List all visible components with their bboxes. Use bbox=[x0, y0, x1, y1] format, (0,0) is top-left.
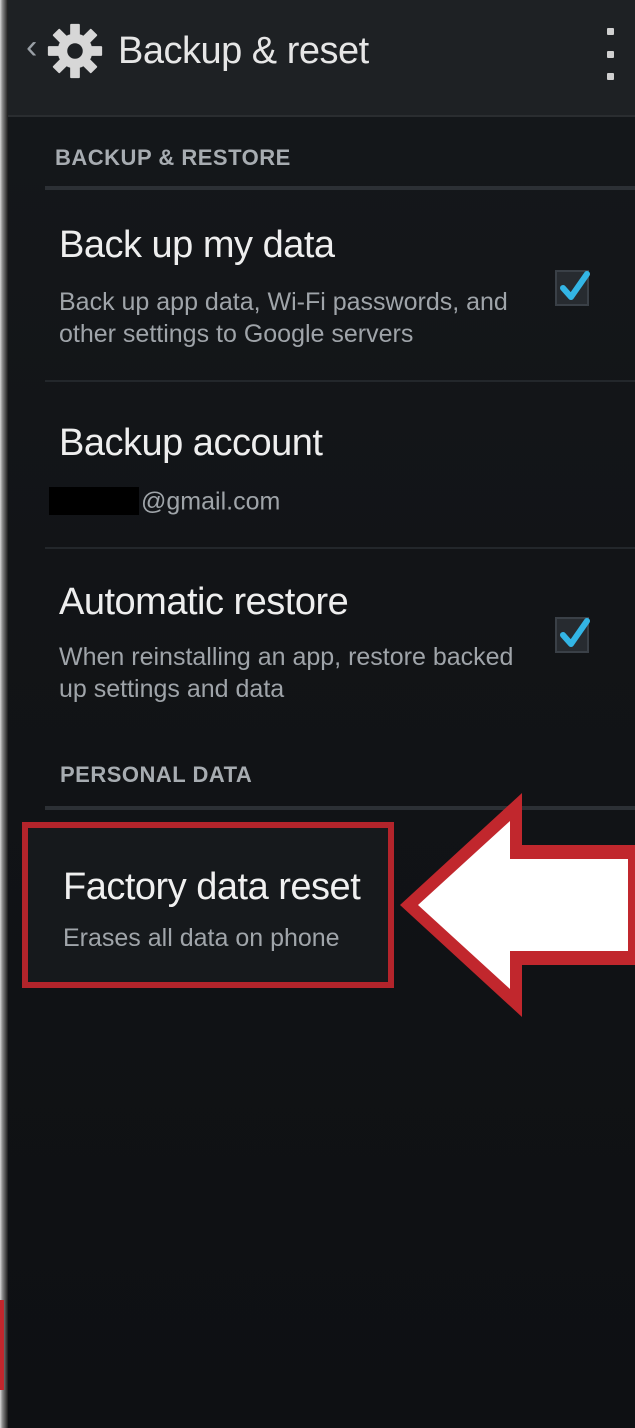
item-title: Factory data reset bbox=[63, 866, 361, 908]
item-summary: When reinstalling an app, restore backed… bbox=[59, 643, 514, 703]
item-summary: @gmail.com bbox=[49, 484, 519, 517]
red-arrow-annotation bbox=[400, 793, 635, 1017]
page-title: Backup & reset bbox=[118, 30, 369, 72]
item-summary: Back up app data, Wi-Fi passwords, and o… bbox=[59, 288, 508, 348]
device-edge bbox=[0, 0, 8, 1428]
overflow-menu-icon[interactable] bbox=[603, 28, 617, 80]
section-divider bbox=[45, 186, 635, 190]
automatic-restore-checkbox[interactable] bbox=[555, 617, 590, 653]
gear-icon[interactable] bbox=[44, 20, 106, 82]
chevron-left-icon[interactable]: ‹ bbox=[26, 30, 37, 64]
item-title: Automatic restore bbox=[59, 581, 349, 623]
email-suffix: @gmail.com bbox=[141, 487, 281, 516]
section-header-backup-restore: BACKUP & RESTORE bbox=[55, 145, 291, 170]
list-item-automatic-restore[interactable]: Automatic restore When reinstalling an a… bbox=[45, 549, 635, 749]
factory-data-reset-item[interactable]: Factory data reset Erases all data on ph… bbox=[22, 822, 394, 988]
item-title: Back up my data bbox=[59, 224, 335, 266]
list-item-backup-account[interactable]: Backup account @gmail.com bbox=[45, 382, 635, 547]
redacted-email-block bbox=[49, 487, 139, 516]
item-summary: Erases all data on phone bbox=[63, 924, 340, 952]
checkmark-icon bbox=[560, 618, 590, 647]
back-up-my-data-checkbox[interactable] bbox=[555, 270, 590, 306]
edge-red-mark bbox=[0, 1300, 4, 1390]
action-bar: ‹ Backup & reset bbox=[8, 0, 635, 117]
item-title: Backup account bbox=[59, 422, 323, 464]
checkmark-icon bbox=[560, 271, 590, 300]
section-header-personal-data: PERSONAL DATA bbox=[60, 762, 253, 787]
list-item-back-up-my-data[interactable]: Back up my data Back up app data, Wi-Fi … bbox=[45, 200, 635, 380]
settings-screen: ‹ Backup & reset BACKUP & RESTORE Back u… bbox=[0, 0, 635, 1428]
